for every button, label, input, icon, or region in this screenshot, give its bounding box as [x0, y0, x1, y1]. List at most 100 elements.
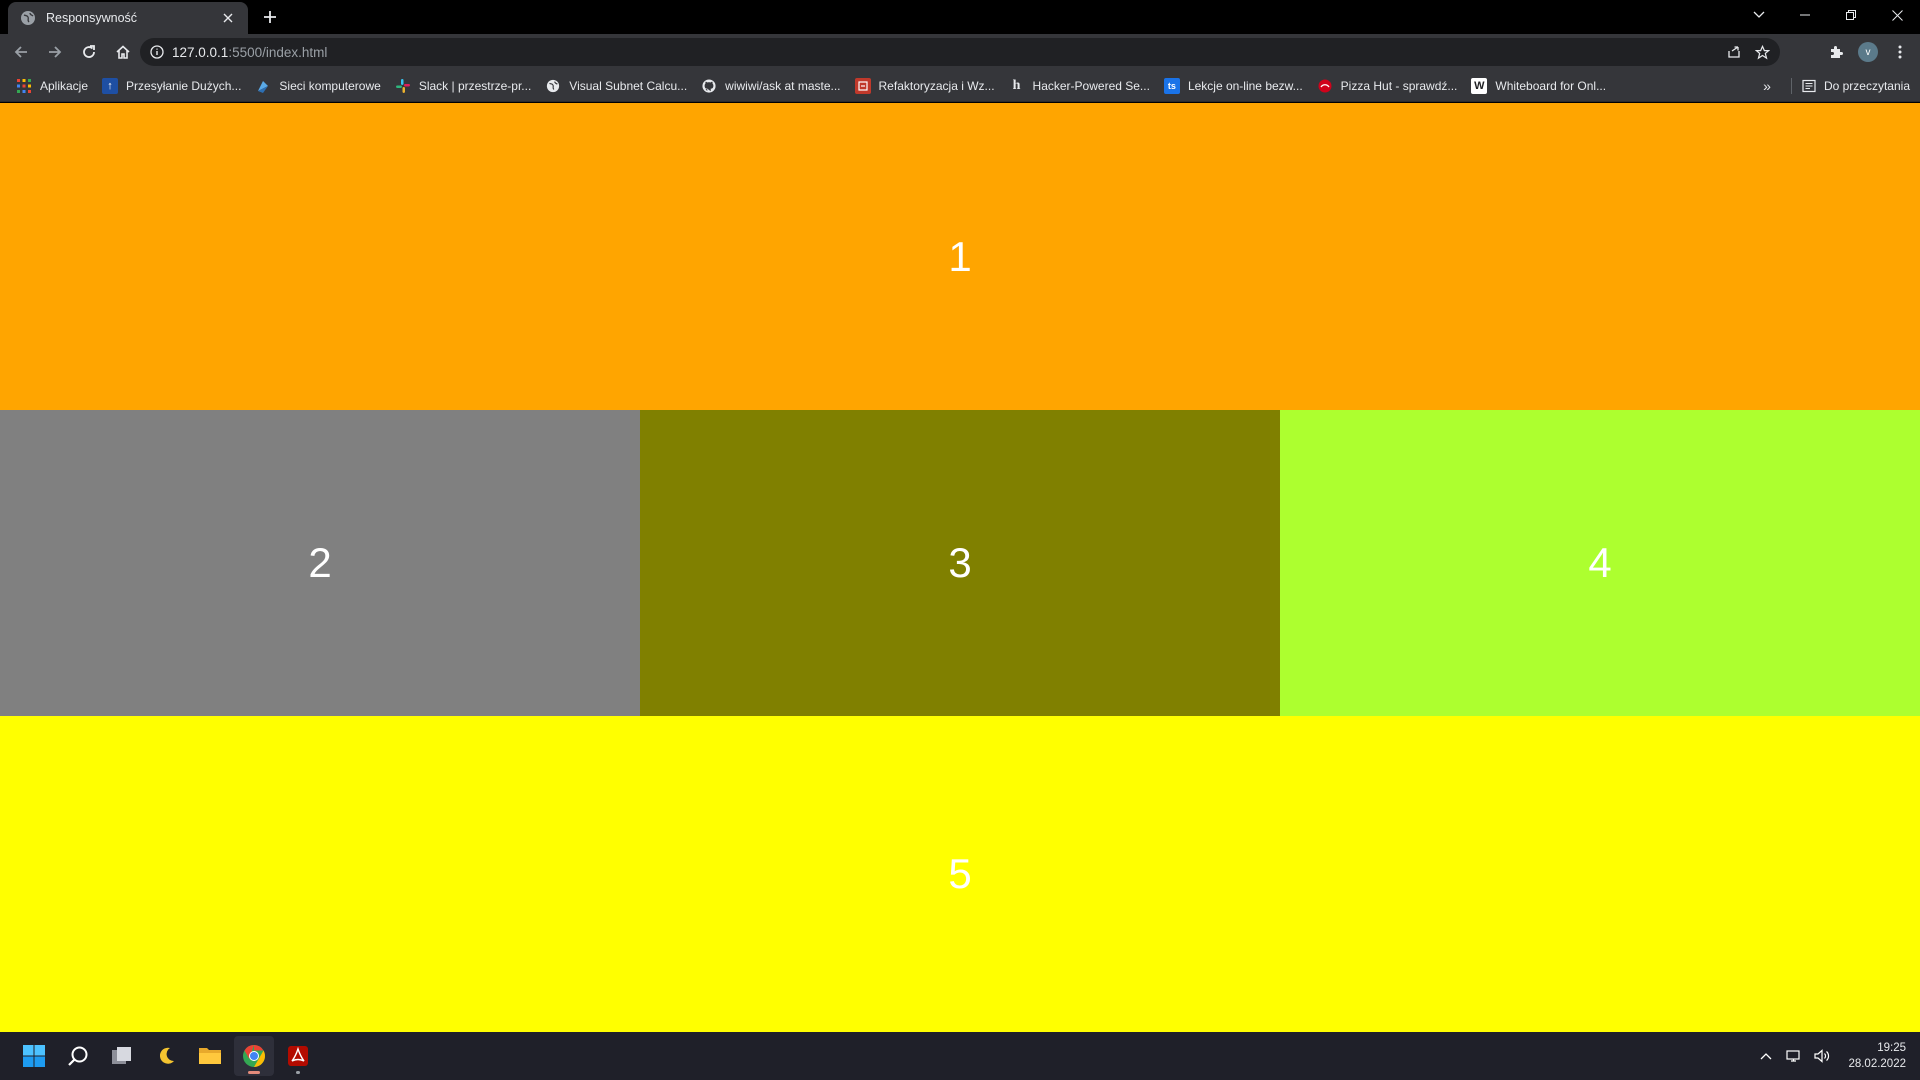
running-indicator [296, 1071, 300, 1074]
window-controls [1736, 0, 1920, 30]
menu-icon[interactable] [1884, 36, 1916, 68]
block-3: 3 [640, 410, 1280, 716]
bookmark-label: Sieci komputerowe [279, 78, 381, 93]
apps-grid-icon [16, 78, 32, 94]
chrome-button[interactable] [234, 1036, 274, 1076]
bookmark-hackerone[interactable]: h Hacker-Powered Se... [1003, 73, 1156, 99]
bookmark-label: Aplikacje [40, 78, 89, 93]
reading-list-button[interactable]: Do przeczytania [1798, 73, 1914, 99]
bookmark-slack[interactable]: Slack | przestrze-pr... [389, 73, 537, 99]
bookmark-subnet-calc[interactable]: Visual Subnet Calcu... [539, 73, 693, 99]
night-light-button[interactable] [146, 1036, 186, 1076]
block-label: 1 [948, 232, 972, 280]
tab-title: Responsywność [46, 11, 138, 25]
minimize-icon[interactable] [1782, 0, 1828, 30]
tab-search-icon[interactable] [1736, 0, 1782, 30]
acrobat-icon [288, 1046, 308, 1066]
site-info-icon[interactable] [150, 45, 164, 59]
search-button[interactable] [58, 1036, 98, 1076]
star-icon[interactable] [1748, 40, 1776, 64]
new-tab-icon[interactable] [258, 5, 282, 29]
bookmark-label: Przesyłanie Dużych... [126, 78, 242, 93]
file-explorer-button[interactable] [190, 1036, 230, 1076]
block-label: 2 [308, 539, 332, 586]
bookmark-sieci[interactable]: Sieci komputerowe [249, 73, 386, 99]
volume-icon[interactable] [1810, 1044, 1834, 1068]
block-2: 2 [0, 410, 640, 716]
acrobat-button[interactable] [278, 1036, 318, 1076]
bookmark-label: Pizza Hut - sprawdź... [1340, 78, 1458, 93]
restore-icon[interactable] [1828, 0, 1874, 30]
clock[interactable]: 19:25 28.02.2022 [1848, 1040, 1906, 1072]
start-icon [23, 1045, 45, 1067]
browser-toolbar: 127.0.0.1:5500/index.html v [0, 34, 1920, 70]
bookmark-refaktoryzacja[interactable]: Refaktoryzacja i Wz... [849, 73, 1001, 99]
chevron-up-icon[interactable] [1754, 1044, 1778, 1068]
search-icon [68, 1046, 88, 1066]
block-label: 5 [948, 850, 972, 897]
ts-icon: ts [1163, 77, 1180, 94]
url-text: 127.0.0.1:5500/index.html [172, 45, 327, 60]
bookmark-label: wiwiwi/ask at maste... [725, 78, 841, 93]
network-icon [255, 78, 271, 94]
active-indicator [248, 1071, 260, 1074]
block-4: 4 [1280, 410, 1920, 716]
url-host: 127.0.0.1 [172, 44, 229, 60]
bookmark-lekcje[interactable]: ts Lekcje on-line bezw... [1158, 73, 1309, 99]
bookmark-przesylanie[interactable]: ↑ Przesyłanie Dużych... [96, 73, 247, 99]
home-icon[interactable] [107, 36, 139, 68]
task-view-icon [112, 1047, 131, 1064]
bookmarks-bar: Aplikacje ↑ Przesyłanie Dużych... Sieci … [0, 70, 1920, 102]
block-label: 3 [948, 539, 972, 586]
bookmark-pizza-hut[interactable]: Pizza Hut - sprawdź... [1311, 73, 1464, 99]
avatar: v [1858, 42, 1878, 62]
bookmark-apps[interactable]: Aplikacje [10, 73, 94, 99]
reading-list-label: Do przeczytania [1823, 79, 1910, 93]
refactoring-icon [854, 77, 871, 94]
address-bar[interactable]: 127.0.0.1:5500/index.html [140, 38, 1780, 66]
file-explorer-icon [199, 1048, 221, 1064]
share-icon[interactable] [1720, 40, 1748, 64]
taskbar: 19:25 28.02.2022 [0, 1032, 1920, 1080]
block-label: 4 [1588, 539, 1612, 586]
bookmark-label: Hacker-Powered Se... [1032, 78, 1150, 93]
upload-icon: ↑ [102, 77, 119, 94]
extensions-icon[interactable] [1820, 36, 1852, 68]
start-button[interactable] [14, 1036, 54, 1076]
bookmark-label: Whiteboard for Onl... [1495, 78, 1607, 93]
forward-icon[interactable] [39, 36, 71, 68]
night-light-icon [159, 1047, 174, 1064]
page-content: 1 2 3 4 5 [0, 103, 1920, 1032]
browser-tab[interactable]: Responsywność [8, 2, 248, 34]
github-icon [701, 78, 717, 94]
clock-date: 28.02.2022 [1848, 1058, 1906, 1070]
bookmark-label: Visual Subnet Calcu... [569, 78, 688, 93]
task-view-button[interactable] [102, 1036, 142, 1076]
more-bookmarks-button[interactable]: » [1754, 73, 1780, 99]
block-1: 1 [0, 103, 1920, 410]
reading-list-icon [1802, 79, 1816, 93]
bookmark-github[interactable]: wiwiwi/ask at maste... [695, 73, 846, 99]
globe-icon [545, 78, 561, 94]
bookmark-whiteboard[interactable]: W Whiteboard for Onl... [1465, 73, 1612, 99]
title-bar: Responsywność [0, 0, 1920, 34]
network-status-icon[interactable] [1782, 1044, 1806, 1068]
hackerone-icon: h [1012, 77, 1021, 93]
close-window-icon[interactable] [1874, 0, 1920, 30]
block-5: 5 [0, 716, 1920, 1032]
profile-button[interactable]: v [1852, 36, 1884, 68]
system-tray: 19:25 28.02.2022 [1750, 1032, 1906, 1080]
close-tab-icon[interactable] [218, 8, 238, 28]
clock-time: 19:25 [1877, 1042, 1906, 1054]
reload-icon[interactable] [73, 36, 105, 68]
globe-icon [21, 11, 35, 25]
bookmarks-divider [1791, 78, 1792, 94]
back-icon[interactable] [5, 36, 37, 68]
chrome-icon [243, 1045, 265, 1067]
bookmark-label: Refaktoryzacja i Wz... [878, 78, 995, 93]
slack-icon [395, 78, 411, 94]
url-path: :5500/index.html [228, 44, 328, 60]
bookmark-label: Lekcje on-line bezw... [1187, 78, 1303, 93]
pizza-hut-icon [1317, 78, 1333, 94]
bookmark-label: Slack | przestrze-pr... [418, 78, 532, 93]
